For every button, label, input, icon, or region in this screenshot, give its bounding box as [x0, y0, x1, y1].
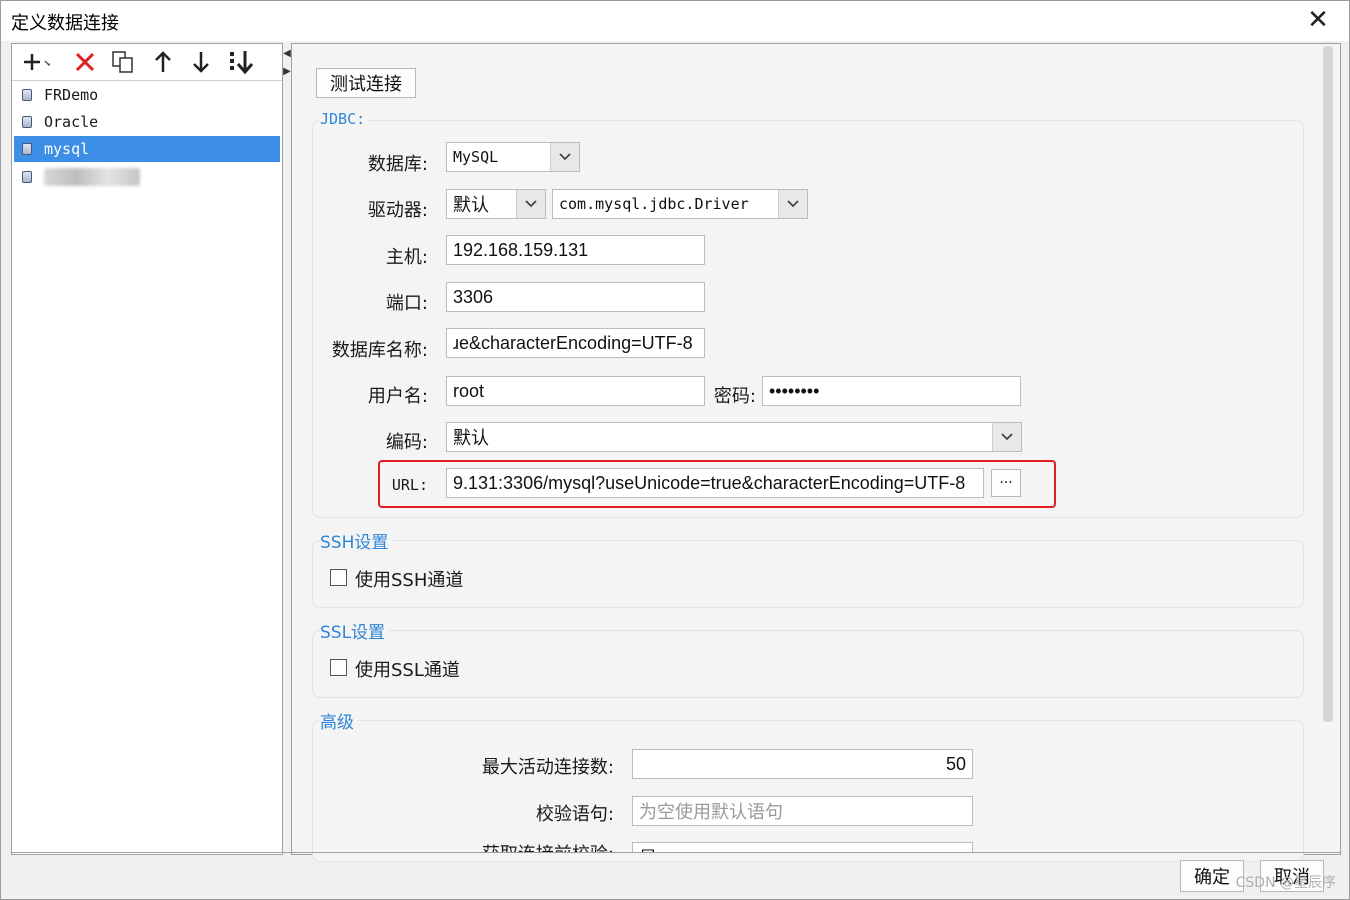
max-active-input[interactable]: 50	[632, 749, 973, 779]
port-label: 端口:	[385, 293, 428, 314]
username-label: 用户名:	[367, 386, 428, 407]
obscured-label	[44, 168, 140, 186]
ssh-checkbox-label: 使用SSH通道	[355, 570, 464, 591]
collapse-left-icon[interactable]: ◀	[283, 45, 291, 63]
ssl-checkbox-label: 使用SSL通道	[355, 660, 460, 681]
partial-row-clip: 获取连接前校验: 是	[292, 838, 1322, 852]
username-input[interactable]: root	[446, 376, 705, 406]
plus-dropdown-icon	[24, 54, 50, 70]
database-value: MySQL	[453, 148, 499, 166]
chevron-down-icon[interactable]	[516, 190, 545, 218]
ok-button[interactable]: 确定	[1180, 860, 1244, 892]
encoding-label: 编码:	[385, 432, 428, 453]
connection-list-panel: FRDemo Oracle mysql	[11, 43, 283, 855]
vertical-scrollbar[interactable]	[1323, 46, 1333, 722]
encoding-value: 默认	[453, 428, 489, 448]
port-input[interactable]: 3306	[446, 282, 705, 312]
close-icon[interactable]: ✕	[1303, 5, 1333, 35]
db-name-input[interactable]: ɹe&characterEncoding=UTF-8	[446, 328, 705, 358]
connection-item-oracle[interactable]: Oracle	[14, 109, 280, 135]
jdbc-section-title: JDBC:	[320, 110, 370, 128]
arrow-up-icon	[155, 51, 171, 72]
connection-item-obscured[interactable]	[14, 164, 280, 190]
delete-connection-button[interactable]	[70, 48, 100, 76]
max-active-label: 最大活动连接数:	[481, 757, 614, 778]
test-connection-button[interactable]: 测试连接	[316, 68, 416, 98]
panel-splitter[interactable]: ◀ ▶	[283, 45, 291, 81]
ssh-section-title: SSH设置	[320, 528, 393, 553]
connection-label: Oracle	[44, 113, 99, 131]
database-icon	[22, 116, 32, 128]
chevron-down-icon[interactable]	[550, 143, 579, 171]
database-icon	[22, 143, 32, 155]
driver-label: 驱动器:	[367, 200, 428, 221]
delete-x-icon	[75, 52, 95, 72]
expand-right-icon[interactable]: ▶	[283, 63, 291, 81]
driver-class-value: com.mysql.jdbc.Driver	[559, 195, 749, 213]
arrow-down-icon	[193, 52, 209, 73]
move-up-button[interactable]	[148, 48, 178, 76]
copy-connection-button[interactable]	[108, 48, 138, 76]
validation-input[interactable]: 为空使用默认语句	[632, 796, 973, 826]
password-label: 密码:	[713, 386, 756, 407]
partial-select[interactable]: 是	[632, 842, 973, 852]
partial-value: 是	[639, 844, 657, 852]
add-connection-button[interactable]	[20, 48, 50, 76]
sort-button[interactable]	[226, 48, 256, 76]
validation-label: 校验语句:	[535, 804, 614, 825]
connection-item-mysql[interactable]: mysql	[14, 136, 280, 162]
ssl-section-box	[312, 630, 1304, 698]
advanced-section-title: 高级	[320, 708, 358, 733]
sort-down-icon	[230, 51, 254, 75]
window-title: 定义数据连接	[11, 13, 119, 34]
watermark: CSDN @星辰序	[1235, 875, 1336, 891]
connection-item-frdemo[interactable]: FRDemo	[14, 82, 280, 108]
chevron-down-icon[interactable]	[778, 190, 807, 218]
driver-class-select[interactable]: com.mysql.jdbc.Driver	[552, 189, 808, 219]
connection-label: FRDemo	[44, 86, 99, 104]
url-highlight-annotation	[378, 460, 1056, 508]
database-icon	[22, 89, 32, 101]
chevron-down-icon[interactable]	[992, 423, 1021, 451]
database-icon	[22, 171, 32, 183]
database-select[interactable]: MySQL	[446, 142, 580, 172]
db-name-label: 数据库名称:	[331, 340, 428, 361]
move-down-button[interactable]	[186, 48, 216, 76]
ssl-section-title: SSL设置	[320, 618, 390, 643]
title-bar: 定义数据连接 ✕	[1, 1, 1349, 41]
connection-toolbar	[12, 44, 282, 81]
copy-icon	[112, 51, 133, 73]
ssh-checkbox[interactable]	[330, 569, 347, 586]
driver-mode-select[interactable]: 默认	[446, 189, 546, 219]
password-input[interactable]: ••••••••	[762, 376, 1021, 406]
database-label: 数据库:	[367, 154, 428, 175]
partial-label: 获取连接前校验:	[440, 840, 614, 852]
ssl-checkbox[interactable]	[330, 659, 347, 676]
jdbc-section-box	[312, 120, 1304, 518]
host-label: 主机:	[385, 247, 428, 268]
content-divider	[11, 852, 1340, 853]
host-input[interactable]: 192.168.159.131	[446, 235, 705, 265]
encoding-select[interactable]: 默认	[446, 422, 1022, 452]
driver-mode-value: 默认	[453, 195, 489, 215]
connection-label: mysql	[44, 140, 90, 158]
